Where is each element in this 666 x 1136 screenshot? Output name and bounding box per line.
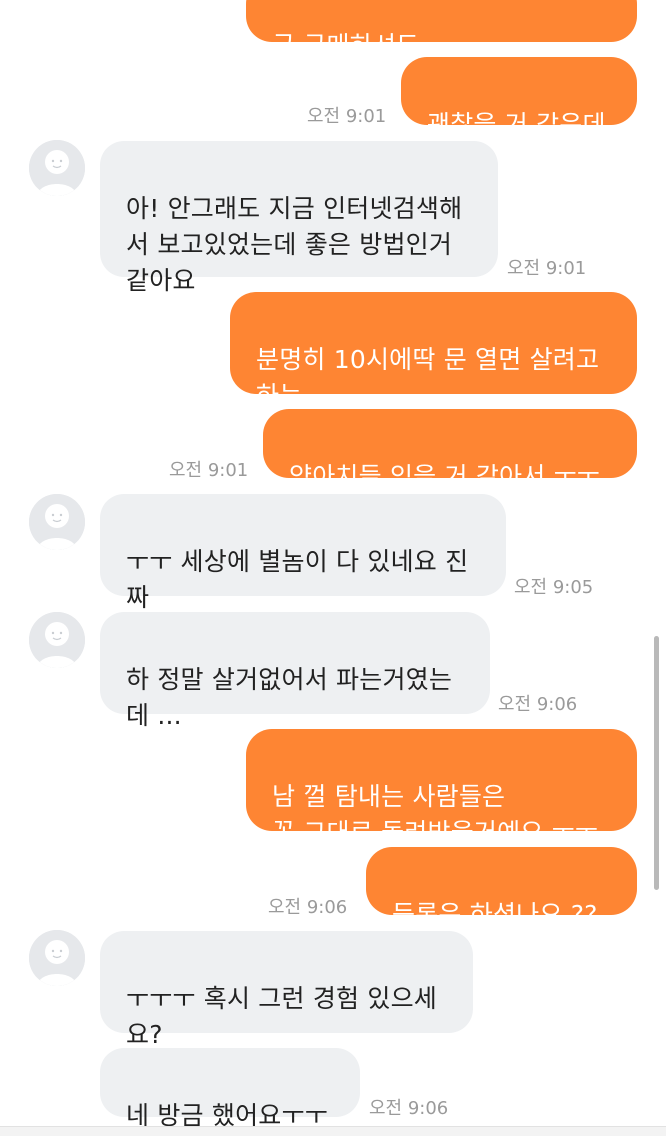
message-text: 양아치들 있을 거 같아서 ㅜㅜ xyxy=(289,462,600,491)
message-bubble-outgoing[interactable]: 분명히 10시에딱 문 열면 살려고 하는 xyxy=(230,292,637,410)
message-text: 등록은 하셨나요 ?? xyxy=(392,900,598,929)
message-bubble-incoming[interactable]: 네 방금 했어요ㅜㅜ xyxy=(100,1048,360,1130)
message-text: 하 정말 살거없어서 파는거였는 데 ... xyxy=(126,665,453,730)
message-bubble-outgoing[interactable]: 괜찮을 거 같은데 xyxy=(401,57,637,139)
message-bubble-incoming[interactable]: 아! 안그래도 지금 인터넷검색해 서 보고있었는데 좋은 방법인거 같아요 xyxy=(100,141,498,295)
message-text: 분명히 10시에딱 문 열면 살려고 하는 xyxy=(256,345,600,410)
profile-avatar[interactable] xyxy=(29,612,85,668)
message-timestamp: 오전 9:06 xyxy=(498,694,578,715)
message-text: ㅜㅜㅜ 혹시 그런 경험 있으세 요? xyxy=(126,984,437,1049)
message-bubble-outgoing[interactable]: 남 껄 탐내는 사람들은 꼭 그대로 돌려받을거예요 ㅜㅜ xyxy=(246,729,637,847)
profile-avatar[interactable] xyxy=(29,494,85,550)
message-text: 아! 안그래도 지금 인터넷검색해 서 보고있었는데 좋은 방법인거 같아요 xyxy=(126,194,463,295)
profile-avatar[interactable] xyxy=(29,930,85,986)
message-timestamp: 오전 9:01 xyxy=(307,106,387,127)
message-text: 금 구매하셔도 xyxy=(272,31,420,60)
message-timestamp: 오전 9:01 xyxy=(507,258,587,279)
profile-avatar[interactable] xyxy=(29,140,85,196)
default-profile-icon xyxy=(29,494,85,550)
default-profile-icon xyxy=(29,930,85,986)
message-bubble-outgoing[interactable]: 금 구매하셔도 xyxy=(246,0,637,60)
default-profile-icon xyxy=(29,140,85,196)
message-text: 괜찮을 거 같은데 xyxy=(427,110,606,139)
message-timestamp: 오전 9:06 xyxy=(369,1098,449,1119)
message-bubble-outgoing[interactable]: 등록은 하셨나요 ?? xyxy=(366,847,637,929)
message-text: ㅜㅜ 세상에 별놈이 다 있네요 진 짜 xyxy=(126,547,469,612)
message-timestamp: 오전 9:06 xyxy=(268,897,348,918)
message-timestamp: 오전 9:01 xyxy=(169,460,249,481)
message-bubble-outgoing[interactable]: 양아치들 있을 거 같아서 ㅜㅜ xyxy=(263,409,637,491)
message-bubble-incoming[interactable]: 하 정말 살거없어서 파는거였는 데 ... xyxy=(100,612,490,730)
message-text: 남 껄 탐내는 사람들은 꼭 그대로 돌려받을거예요 ㅜㅜ xyxy=(272,782,599,847)
default-profile-icon xyxy=(29,612,85,668)
message-timestamp: 오전 9:05 xyxy=(514,577,594,598)
message-bubble-incoming[interactable]: ㅜㅜ 세상에 별놈이 다 있네요 진 짜 xyxy=(100,494,506,612)
chat-scrollbar[interactable] xyxy=(654,636,659,890)
message-bubble-incoming[interactable]: ㅜㅜㅜ 혹시 그런 경험 있으세 요? xyxy=(100,931,473,1049)
